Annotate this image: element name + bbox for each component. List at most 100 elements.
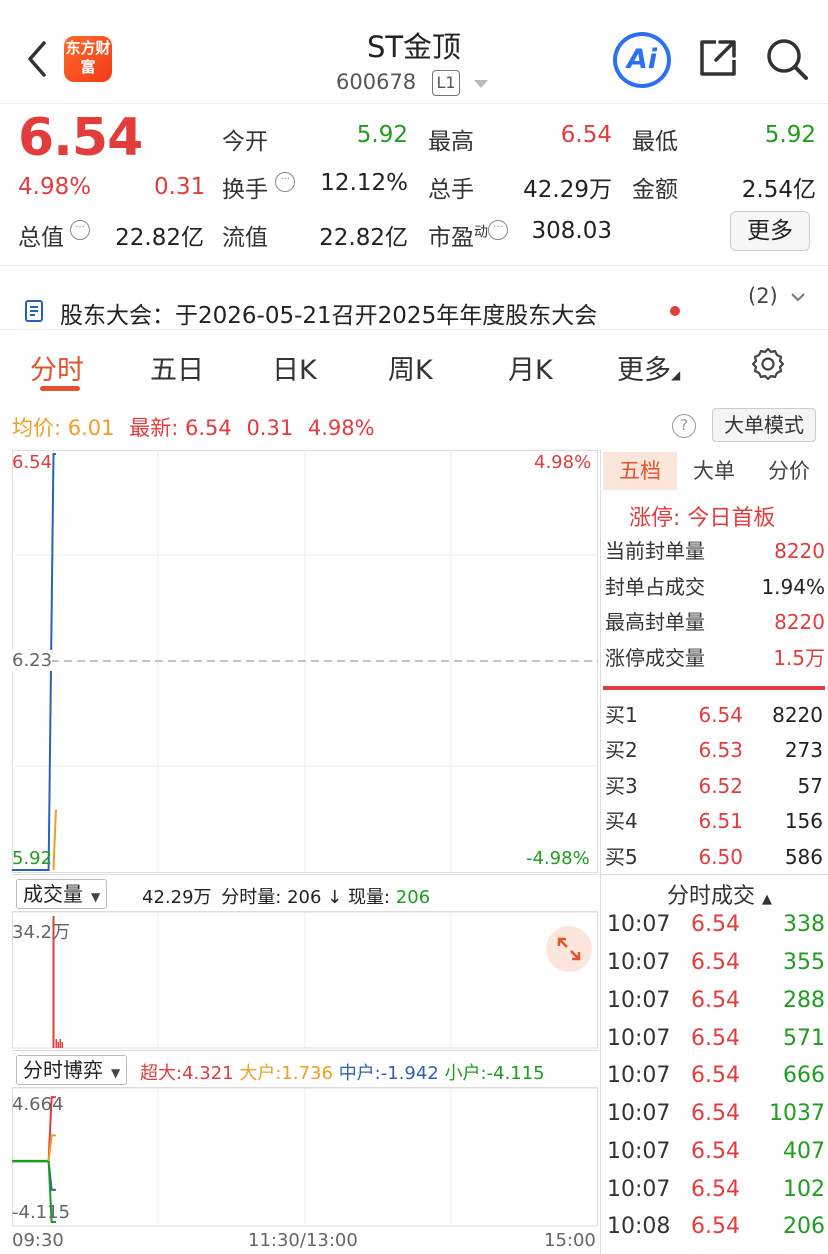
- volume-dropdown[interactable]: 成交量 ▼: [16, 879, 108, 909]
- high-label: 最高: [428, 129, 474, 155]
- current-price: 6.54: [18, 108, 143, 168]
- chevron-down-icon[interactable]: [790, 290, 806, 304]
- expand-icon: [557, 937, 581, 961]
- volume-value: 42.29万: [523, 177, 612, 203]
- time-label-midday: 11:30/13:00: [248, 1230, 358, 1251]
- volume-info: 42.29万 分时量: 206 ↓ 现量: 206: [142, 887, 431, 908]
- tab-five-day[interactable]: 五日: [150, 348, 204, 387]
- orderbook-panel: 五档 大单 分价 涨停: 今日首板 当前封单量 8220 封单占成交 1.94% 最…: [600, 450, 828, 1254]
- game-max-label: 4.664: [12, 1094, 64, 1115]
- info-icon[interactable]: ···: [488, 220, 508, 240]
- market-cap-label: 总值 ···: [18, 218, 90, 252]
- orderbook-row[interactable]: 买3 6.52 57: [605, 771, 825, 801]
- trade-row: 10:07 6.54 666: [607, 1063, 825, 1088]
- tab-intraday[interactable]: 分时: [30, 348, 84, 387]
- period-tabs: 分时 五日 日K 周K 月K 更多◢: [0, 330, 828, 398]
- price-series-line: [52, 809, 57, 871]
- help-icon[interactable]: ?: [672, 414, 696, 438]
- trade-row: 10:07 6.54 102: [607, 1177, 825, 1202]
- turnover-value: 12.12%: [320, 170, 408, 196]
- quote-panel: 6.54 4.98% 0.31 今开 5.92 最高 6.54 最低 5.92 …: [0, 104, 828, 266]
- info-icon[interactable]: ···: [275, 172, 296, 192]
- tab-price-dist[interactable]: 分价: [753, 452, 825, 490]
- top-bar: 东方财富 ST金顶 600678 L1 Ai: [0, 0, 828, 104]
- trade-row: 10:07 6.54 355: [607, 950, 825, 975]
- unread-dot: [670, 306, 680, 316]
- time-label-open: 09:30: [12, 1230, 64, 1251]
- price-summary-bar: 均价: 6.01 最新: 6.54 0.31 4.98% ? 大单模式: [0, 400, 828, 448]
- pct-axis-top-label: 4.98%: [534, 452, 592, 473]
- intraday-chart[interactable]: 6.54 6.23 5.92 4.98% -4.98% 成交量 ▼ 42.29万 …: [12, 450, 598, 1251]
- open-value: 5.92: [356, 122, 408, 148]
- tab-weekly-k[interactable]: 周K: [388, 348, 433, 387]
- divider: [601, 874, 828, 875]
- y-axis-bottom-label: 5.92: [12, 848, 53, 869]
- pe-value: 308.03: [531, 218, 612, 244]
- game-info: 超大:4.321 大户:1.736 中户:-1.942 小户:-4.115: [140, 1063, 545, 1084]
- trade-row: 10:07 6.54 571: [607, 1026, 825, 1051]
- volume-bar: [57, 1042, 60, 1048]
- document-icon: [25, 300, 43, 322]
- low-value: 5.92: [764, 122, 816, 148]
- tab-level5[interactable]: 五档: [603, 452, 677, 490]
- time-label-close: 15:00: [544, 1230, 596, 1251]
- trade-row: 10:07 6.54 1037: [607, 1101, 825, 1126]
- active-tab-indicator: [40, 386, 80, 391]
- gear-icon[interactable]: [750, 346, 786, 382]
- amount-label: 金额: [632, 177, 678, 203]
- volume-label: 总手: [428, 177, 474, 203]
- pe-label: 市盈动 ···: [428, 218, 508, 252]
- orderbook-row[interactable]: 买4 6.51 156: [605, 806, 825, 836]
- low-label: 最低: [632, 129, 678, 155]
- change-percent: 4.98%: [18, 174, 92, 200]
- turnover-label: 换手 ···: [222, 170, 296, 204]
- tab-big-order[interactable]: 大单: [679, 452, 749, 490]
- pct-axis-bottom-label: -4.98%: [526, 848, 590, 869]
- more-quote-button[interactable]: 更多: [730, 211, 810, 251]
- game-header: 分时博弈 ▼ 超大:4.321 大户:1.736 中户:-1.942 小户:-4.…: [12, 1050, 598, 1088]
- orderbook-row[interactable]: 买1 6.54 8220: [605, 700, 825, 730]
- game-min-label: -4.115: [12, 1202, 71, 1223]
- volume-bar: [59, 1039, 62, 1048]
- trade-row: 10:07 6.54 407: [607, 1139, 825, 1164]
- chart-canvas: [12, 450, 598, 1227]
- limit-up-status: 涨停: 今日首板: [629, 506, 776, 531]
- stat-row: 封单占成交 1.94%: [605, 575, 825, 599]
- dropdown-arrow-icon[interactable]: [474, 80, 488, 88]
- notice-text[interactable]: 股东大会：于2026-05-21召开2025年年度股东大会: [60, 296, 597, 330]
- volume-max-label: 34.2万: [12, 922, 71, 943]
- level-badge[interactable]: L1: [432, 70, 460, 96]
- volume-bar: [61, 1042, 64, 1048]
- notice-count[interactable]: (2): [748, 284, 778, 308]
- expand-button[interactable]: [546, 926, 592, 972]
- avg-summary: 均价: 6.01 最新: 6.54 0.31 4.98%: [12, 416, 375, 440]
- tab-more[interactable]: 更多◢: [617, 348, 680, 387]
- orderbook-row[interactable]: 买5 6.50 586: [605, 842, 825, 872]
- amount-value: 2.54亿: [741, 177, 816, 203]
- orderbook-row[interactable]: 买2 6.53 273: [605, 735, 825, 765]
- stat-row: 当前封单量 8220: [605, 539, 825, 563]
- market-cap-value: 22.82亿: [115, 225, 204, 251]
- change-amount: 0.31: [154, 174, 206, 200]
- stat-row: 涨停成交量 1.5万: [605, 646, 825, 670]
- volume-header: 成交量 ▼ 42.29万 分时量: 206 ↓ 现量: 206: [12, 874, 598, 912]
- stat-row: 最高封单量 8220: [605, 610, 825, 634]
- open-label: 今开: [222, 129, 268, 155]
- float-cap-label: 流值: [222, 225, 268, 251]
- info-icon[interactable]: ···: [70, 220, 90, 240]
- trade-row: 10:07 6.54 288: [607, 988, 825, 1013]
- tab-monthly-k[interactable]: 月K: [508, 348, 553, 387]
- volume-bar: [55, 1039, 58, 1048]
- high-value: 6.54: [560, 122, 612, 148]
- ai-button[interactable]: Ai: [613, 32, 671, 88]
- tab-daily-k[interactable]: 日K: [272, 348, 317, 387]
- limit-up-divider: [603, 686, 825, 690]
- notice-bar[interactable]: 股东大会：于2026-05-21召开2025年年度股东大会 (2): [0, 266, 828, 330]
- y-axis-mid-label: 6.23: [12, 650, 53, 671]
- share-icon[interactable]: [696, 36, 740, 80]
- stock-code[interactable]: 600678: [336, 70, 416, 94]
- big-order-mode-button[interactable]: 大单模式: [712, 408, 816, 442]
- game-dropdown[interactable]: 分时博弈 ▼: [16, 1055, 128, 1085]
- search-icon[interactable]: [764, 36, 810, 82]
- float-cap-value: 22.82亿: [319, 225, 408, 251]
